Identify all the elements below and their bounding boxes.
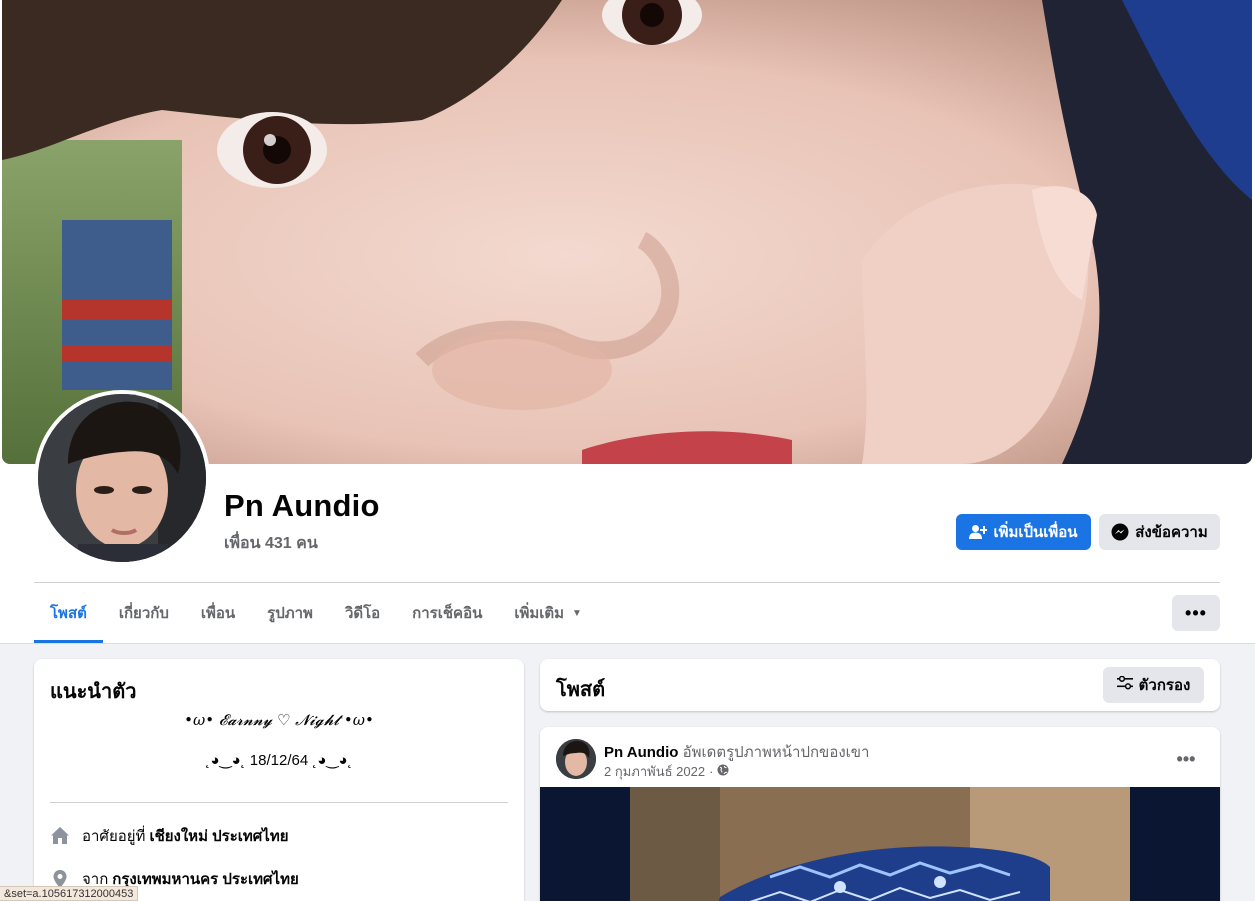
avatar-image — [38, 394, 206, 562]
post-date[interactable]: 2 กุมภาพันธ์ 2022 — [604, 761, 705, 782]
more-dots-icon: ••• — [1176, 748, 1196, 769]
tab-label: รูปภาพ — [267, 605, 313, 622]
send-message-label: ส่งข้อความ — [1135, 524, 1208, 541]
lives-in-row: อาศัยอยู่ที่ เชียงใหม่ ประเทศไทย — [50, 824, 289, 848]
post-image[interactable] — [540, 787, 1220, 901]
post-card: Pn Aundio อัพเดตรูปภาพหน้าปกของเขา 2 กุม… — [540, 727, 1220, 901]
tab-label: โพสต์ — [50, 605, 87, 622]
tab-label: เพื่อน — [200, 605, 236, 622]
filter-label: ตัวกรอง — [1138, 677, 1191, 694]
tab-about[interactable]: เกี่ยวกับ — [103, 583, 185, 643]
tab-check-ins[interactable]: การเช็คอิน — [396, 583, 498, 643]
tab-posts[interactable]: โพสต์ — [34, 583, 103, 643]
avatar — [38, 394, 206, 562]
posts-title: โพสต์ — [556, 679, 606, 701]
from-value[interactable]: กรุงเทพมหานคร ประเทศไทย — [112, 867, 298, 891]
tab-label: วิดีโอ — [344, 605, 381, 622]
lives-in-prefix: อาศัยอยู่ที่ — [82, 828, 146, 845]
intro-title: แนะนำตัว — [50, 681, 137, 703]
post-meta: 2 กุมภาพันธ์ 2022 · — [604, 761, 729, 782]
bio-line-1: •ω• 𝓔𝓪𝓻𝓷𝓷𝔂 ♡ 𝓝𝓲𝓰𝓱𝓽 •ω• — [184, 711, 374, 729]
friends-count[interactable]: เพื่อน 431 คน — [224, 531, 318, 556]
more-options-button[interactable]: ••• — [1172, 595, 1220, 631]
messenger-icon — [1111, 523, 1129, 541]
tab-label: เกี่ยวกับ — [118, 605, 169, 622]
post-author-avatar[interactable] — [556, 739, 596, 779]
add-friend-button[interactable]: เพิ่มเป็นเพื่อน — [956, 514, 1091, 550]
posts-header-card: โพสต์ ตัวกรอง — [540, 659, 1220, 711]
sliders-icon — [1116, 675, 1133, 694]
post-author-name[interactable]: Pn Aundio — [604, 744, 678, 761]
meta-separator: · — [709, 764, 714, 779]
tab-more[interactable]: เพิ่มเติม ▼ — [498, 583, 598, 643]
post-action-text: อัพเดตรูปภาพหน้าปกของเขา — [682, 744, 870, 761]
add-friend-label: เพิ่มเป็นเพื่อน — [993, 524, 1078, 541]
lives-in-value[interactable]: เชียงใหม่ ประเทศไทย — [149, 824, 288, 848]
bio-line-2: ˛◕‿◕˛ 18/12/64 ˛◕‿◕˛ — [205, 752, 353, 769]
home-icon — [50, 826, 70, 846]
globe-icon[interactable] — [717, 764, 729, 779]
caret-down-icon: ▼ — [572, 607, 582, 619]
tab-label: การเช็คอิน — [412, 605, 483, 622]
browser-status-bar: &set=a.105617312000453 — [0, 886, 139, 901]
intro-divider — [50, 802, 508, 803]
profile-header: Pn Aundio เพื่อน 431 คน เพิ่มเป็นเพื่อน … — [0, 0, 1255, 644]
more-dots-icon: ••• — [1185, 602, 1207, 623]
tab-photos[interactable]: รูปภาพ — [251, 583, 329, 643]
post-photo — [540, 787, 1220, 901]
intro-card: แนะนำตัว •ω• 𝓔𝓪𝓻𝓷𝓷𝔂 ♡ 𝓝𝓲𝓰𝓱𝓽 •ω• ˛◕‿◕˛ 18… — [34, 659, 524, 901]
post-options-button[interactable]: ••• — [1168, 741, 1204, 777]
tab-friends[interactable]: เพื่อน — [185, 583, 251, 643]
profile-picture[interactable] — [34, 390, 210, 566]
filter-button[interactable]: ตัวกรอง — [1103, 667, 1204, 703]
tab-videos[interactable]: วิดีโอ — [329, 583, 396, 643]
tab-label: เพิ่มเติม — [514, 605, 565, 622]
person-plus-icon — [969, 524, 988, 540]
profile-name: Pn Aundio — [224, 488, 380, 523]
profile-tabs: โพสต์ เกี่ยวกับ เพื่อน รูปภาพ วิดีโอ การ… — [34, 583, 598, 643]
send-message-button[interactable]: ส่งข้อความ — [1099, 514, 1220, 550]
post-avatar-image — [556, 739, 596, 779]
